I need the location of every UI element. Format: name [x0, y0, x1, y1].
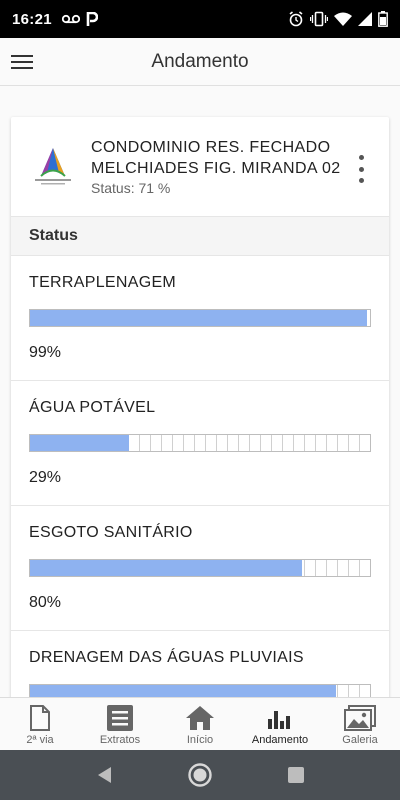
condominium-logo [35, 147, 71, 184]
home-icon [186, 706, 214, 730]
development-title: CONDOMINIO RES. FECHADO MELCHIADES FIG. … [91, 139, 341, 177]
document-icon [30, 705, 50, 731]
progress-bar-fill [30, 310, 367, 326]
more-options-icon[interactable] [351, 155, 371, 183]
progress-item: TERRAPLENAGEM 99% [11, 256, 389, 381]
wifi-icon [334, 12, 352, 26]
tab-label: Início [186, 734, 214, 746]
status-bar: 16:21 [0, 0, 400, 38]
tab-label: Andamento [251, 734, 309, 746]
tab-extratos[interactable]: Extratos [80, 698, 160, 750]
progress-item-label: ÁGUA POTÁVEL [29, 399, 156, 416]
home-circle-icon [188, 763, 212, 787]
progress-bar-fill [30, 560, 302, 576]
progress-item: ÁGUA POTÁVEL 29% [11, 381, 389, 506]
overall-status: Status: 71 % [91, 180, 171, 196]
tab-galeria[interactable]: Galeria [320, 698, 400, 750]
alarm-icon [289, 11, 303, 27]
tab-label: Extratos [99, 734, 141, 746]
progress-item-label: DRENAGEM DAS ÁGUAS PLUVIAIS [29, 649, 304, 666]
hamburger-menu-icon [11, 54, 33, 69]
tab-label: Galeria [342, 734, 378, 746]
progress-bar [29, 309, 371, 327]
progress-item-label: ESGOTO SANITÁRIO [29, 524, 193, 541]
parking-icon [86, 12, 98, 26]
progress-percent: 80% [29, 594, 62, 611]
menu-button[interactable] [0, 38, 44, 86]
system-nav-bar [0, 750, 400, 800]
voicemail-icon [61, 14, 80, 24]
app-bar: Andamento [0, 38, 400, 86]
card-header: CONDOMINIO RES. FECHADO MELCHIADES FIG. … [11, 117, 389, 216]
tab-andamento[interactable]: Andamento [240, 698, 320, 750]
page-title: Andamento [151, 50, 249, 72]
progress-bar [29, 684, 371, 697]
back-button[interactable] [56, 750, 152, 800]
progress-bar [29, 434, 371, 452]
tab-2a-via[interactable]: 2ª via [0, 698, 80, 750]
tab-inicio[interactable]: Início [160, 698, 240, 750]
progress-item-label: TERRAPLENAGEM [29, 274, 177, 291]
bottom-navigation: 2ª via Extratos Início Andamento Galeria [0, 697, 400, 750]
progress-bar [29, 559, 371, 577]
progress-item: ESGOTO SANITÁRIO 80% [11, 506, 389, 631]
section-header: Status [11, 216, 389, 256]
home-button[interactable] [152, 750, 248, 800]
progress-bar-fill [30, 435, 129, 451]
progress-percent: 99% [29, 344, 62, 361]
battery-icon [378, 11, 388, 27]
gallery-icon [344, 705, 376, 731]
vibrate-icon [310, 11, 328, 27]
recents-icon [288, 767, 304, 783]
list-icon [107, 705, 133, 731]
back-icon [98, 767, 111, 783]
signal-icon [358, 12, 372, 26]
tab-label: 2ª via [26, 734, 54, 746]
recents-button[interactable] [248, 750, 344, 800]
main-content[interactable]: CONDOMINIO RES. FECHADO MELCHIADES FIG. … [0, 87, 400, 697]
progress-item: DRENAGEM DAS ÁGUAS PLUVIAIS [11, 631, 389, 697]
progress-bar-fill [30, 685, 336, 697]
progress-card: CONDOMINIO RES. FECHADO MELCHIADES FIG. … [11, 117, 389, 697]
progress-percent: 29% [29, 469, 62, 486]
status-time: 16:21 [12, 10, 52, 28]
bar-chart-icon [268, 711, 290, 729]
